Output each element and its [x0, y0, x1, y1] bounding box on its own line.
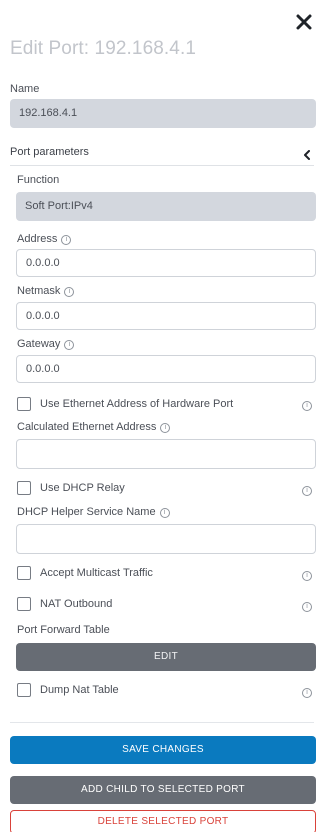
- netmask-input[interactable]: 0.0.0.0: [16, 302, 316, 330]
- save-changes-button[interactable]: SAVE CHANGES: [10, 736, 316, 764]
- dhcp-helper-label-text: DHCP Helper Service Name: [17, 506, 156, 518]
- gateway-label-text: Gateway: [17, 338, 61, 350]
- info-icon[interactable]: i: [159, 508, 170, 518]
- info-icon[interactable]: i: [61, 235, 72, 245]
- use-dhcp-relay-checkbox[interactable]: [17, 481, 31, 495]
- dump-nat-label: Dump Nat Table: [40, 684, 119, 696]
- nat-outbound-label: NAT Outbound: [40, 598, 113, 610]
- name-label: Name: [10, 83, 40, 95]
- accept-multicast-checkbox[interactable]: [17, 566, 31, 580]
- name-field: 192.168.4.1: [10, 99, 316, 128]
- accept-multicast-label: Accept Multicast Traffic: [40, 567, 153, 579]
- gateway-input[interactable]: 0.0.0.0: [16, 355, 316, 383]
- dhcp-helper-label: DHCP Helper Service Name i: [17, 506, 170, 518]
- info-icon[interactable]: i: [160, 423, 171, 433]
- info-icon[interactable]: i: [302, 571, 312, 581]
- add-child-port-button[interactable]: ADD CHILD TO SELECTED PORT: [10, 776, 316, 804]
- port-parameters-header[interactable]: Port parameters: [10, 140, 314, 166]
- info-icon[interactable]: i: [302, 688, 312, 698]
- function-field: Soft Port:IPv4: [16, 192, 316, 221]
- chevron-left-icon[interactable]: [303, 147, 311, 160]
- edit-port-forward-button[interactable]: EDIT: [16, 643, 316, 671]
- dialog-title: Edit Port: 192.168.4.1: [10, 38, 196, 59]
- address-input[interactable]: 0.0.0.0: [16, 249, 316, 277]
- gateway-label: Gateway i: [17, 338, 75, 350]
- info-icon[interactable]: i: [302, 486, 312, 496]
- calc-ethernet-label-text: Calculated Ethernet Address: [17, 421, 157, 433]
- info-icon[interactable]: i: [302, 602, 312, 612]
- address-label-text: Address: [17, 233, 58, 245]
- function-label: Function: [17, 174, 60, 186]
- use-ethernet-checkbox[interactable]: [17, 397, 31, 411]
- info-icon[interactable]: i: [64, 340, 75, 350]
- netmask-label: Netmask i: [17, 285, 75, 297]
- use-dhcp-relay-label: Use DHCP Relay: [40, 482, 125, 494]
- netmask-label-text: Netmask: [17, 285, 61, 297]
- info-icon[interactable]: i: [64, 287, 75, 297]
- dump-nat-checkbox[interactable]: [17, 683, 31, 697]
- info-icon[interactable]: i: [302, 401, 312, 411]
- port-forward-label: Port Forward Table: [17, 624, 110, 636]
- address-label: Address i: [17, 233, 72, 245]
- divider: [10, 722, 314, 723]
- close-icon[interactable]: [295, 13, 313, 31]
- use-ethernet-label: Use Ethernet Address of Hardware Port: [40, 398, 234, 410]
- nat-outbound-checkbox[interactable]: [17, 597, 31, 611]
- delete-port-button[interactable]: DELETE SELECTED PORT: [10, 810, 316, 832]
- port-parameters-label: Port parameters: [10, 146, 89, 158]
- dhcp-helper-input[interactable]: [16, 524, 316, 554]
- calc-ethernet-input[interactable]: [16, 439, 316, 469]
- calc-ethernet-label: Calculated Ethernet Address i: [17, 421, 171, 433]
